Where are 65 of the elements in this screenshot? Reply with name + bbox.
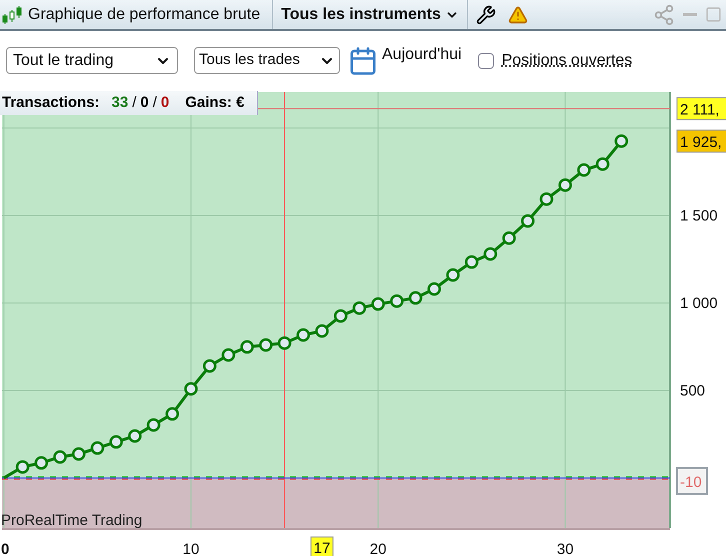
data-point — [166, 407, 180, 421]
data-point — [408, 291, 422, 305]
gains-label: Gains: € — [185, 92, 244, 113]
data-point — [596, 157, 610, 171]
data-point — [352, 301, 366, 315]
separator: / — [132, 92, 136, 113]
data-point — [427, 282, 441, 296]
data-point — [259, 338, 273, 352]
neutral-count: 0 — [140, 92, 149, 113]
calendar-icon — [348, 46, 378, 76]
data-point — [72, 447, 86, 461]
y-axis-label: 1 000 — [680, 295, 718, 312]
winning-count: 33 — [112, 92, 128, 113]
y-axis-label: 500 — [680, 382, 706, 400]
data-point — [577, 163, 591, 177]
summary-label: Transactions: — [2, 92, 100, 113]
data-point — [614, 134, 628, 148]
zero-tag: -10 — [676, 466, 708, 495]
separator: / — [152, 92, 157, 113]
scope-select[interactable]: Tout le trading — [6, 47, 178, 74]
data-point — [146, 418, 160, 432]
data-point — [484, 247, 498, 261]
data-point — [16, 460, 30, 474]
data-point — [128, 429, 142, 443]
wrench-icon — [476, 4, 496, 24]
data-point — [34, 456, 48, 470]
value-tag: 1 925, — [676, 130, 726, 153]
data-point — [315, 324, 329, 338]
data-point — [446, 268, 460, 282]
x-axis-label: 0 — [1, 541, 10, 556]
data-point — [222, 348, 236, 362]
data-point — [540, 192, 554, 206]
date-button[interactable]: Aujourd'hui — [348, 46, 462, 76]
data-point — [464, 255, 478, 269]
data-point — [240, 340, 254, 354]
trades-select[interactable]: Tous les trades — [194, 47, 340, 74]
warning-icon — [508, 4, 528, 24]
value-tag: 2 111, — [676, 97, 726, 120]
share-icon — [653, 4, 675, 26]
x-axis-label: 10 — [182, 541, 200, 556]
candlestick-icon — [2, 4, 22, 26]
data-point — [390, 294, 404, 308]
open-positions-checkbox[interactable]: Positions ouvertes — [478, 48, 632, 72]
maximize-icon — [705, 6, 722, 23]
instrument-menu[interactable]: Tous les instruments — [272, 0, 468, 29]
x-axis-label: 20 — [370, 541, 386, 556]
losing-count: 0 — [160, 92, 170, 113]
data-point — [184, 382, 198, 396]
x-axis-label: 30 — [556, 541, 574, 556]
minimize-icon — [683, 13, 697, 16]
data-point — [371, 297, 385, 311]
data-point — [109, 435, 123, 449]
data-point — [334, 309, 348, 323]
data-point — [202, 359, 216, 373]
data-point — [278, 336, 292, 350]
chart-watermark: ProRealTime Trading — [1, 512, 142, 529]
y-axis-label: 1 500 — [680, 208, 718, 225]
data-point — [502, 231, 516, 245]
data-point — [558, 178, 572, 192]
data-point — [296, 328, 310, 342]
data-point — [90, 441, 104, 455]
data-point — [521, 214, 535, 228]
cursor-tag: 17 — [310, 536, 334, 556]
data-point — [53, 450, 67, 464]
window-title: Graphique de performance brute — [28, 4, 262, 24]
